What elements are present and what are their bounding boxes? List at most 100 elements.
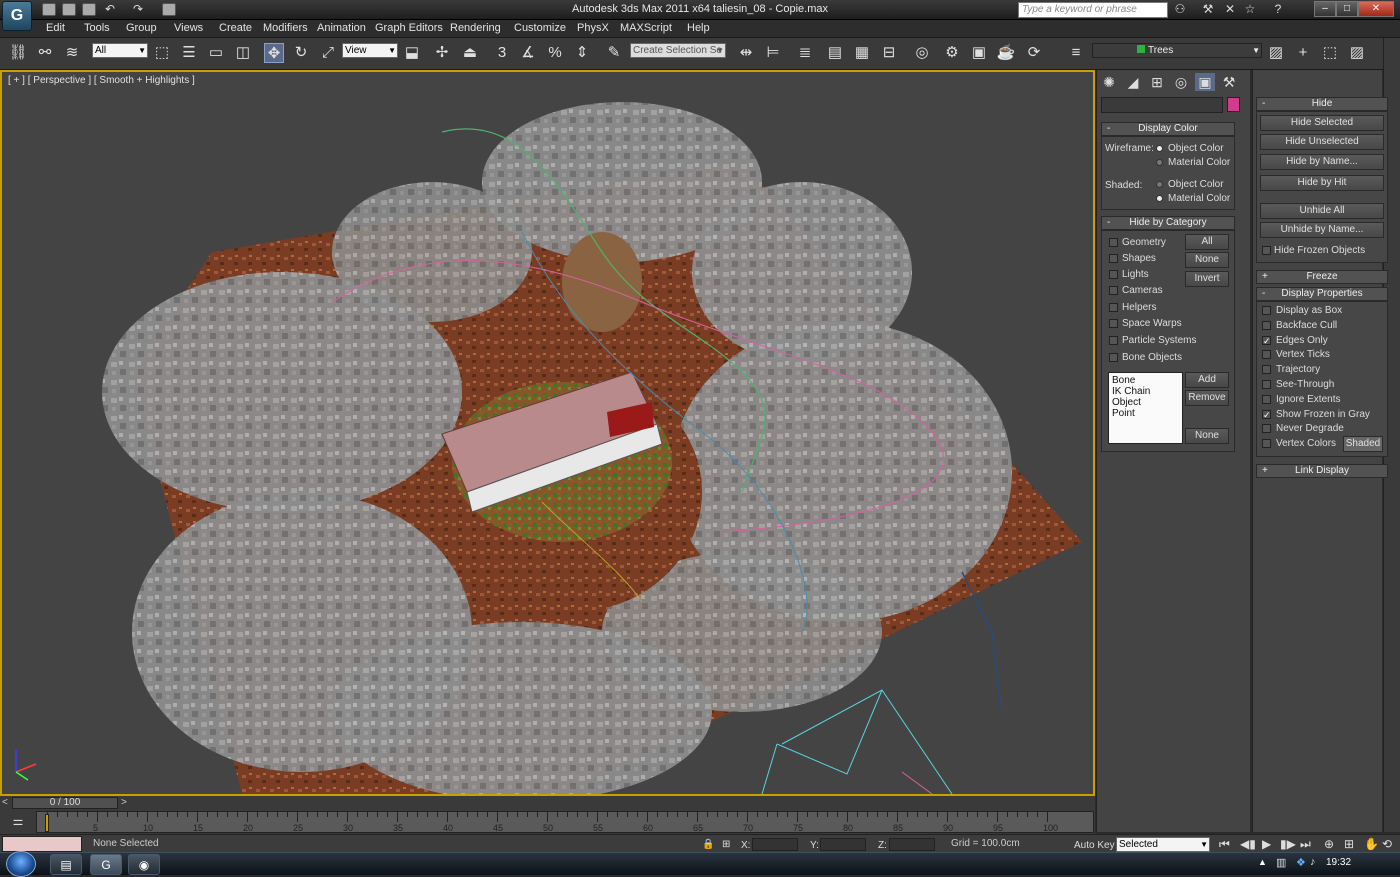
favorites-star-icon[interactable]: ☆	[1242, 2, 1258, 17]
close-button[interactable]: ✕	[1358, 1, 1394, 17]
menu-modifiers[interactable]: Modifiers	[263, 22, 308, 34]
keyboard-shortcut-icon[interactable]: ⏏	[460, 43, 480, 63]
scale-icon[interactable]: ⤢	[318, 43, 338, 63]
go-to-end-icon[interactable]: ⏭	[1300, 837, 1311, 852]
display-color-rollout[interactable]: - Display Color	[1101, 122, 1235, 136]
menu-edit[interactable]: Edit	[46, 22, 65, 34]
graphite-tools-icon[interactable]: ▤	[825, 43, 845, 63]
material-editor-icon[interactable]: ◎	[912, 43, 932, 63]
pan-icon[interactable]: ✋	[1364, 837, 1379, 851]
hide-by-name-button[interactable]: Hide by Name...	[1260, 154, 1384, 170]
bone-objects-checkbox[interactable]	[1109, 353, 1118, 362]
undo-icon[interactable]: ↶	[102, 2, 118, 17]
hide-by-category-rollout[interactable]: - Hide by Category	[1101, 216, 1235, 230]
utilities-tab-icon[interactable]: ⚒	[1219, 73, 1239, 91]
hide-by-hit-button[interactable]: Hide by Hit	[1260, 175, 1384, 191]
explorer-icon[interactable]: ▤	[50, 854, 82, 875]
select-object-icon[interactable]: ⬚	[152, 43, 172, 63]
rotate-icon[interactable]: ↻	[291, 43, 311, 63]
create-tab-icon[interactable]: ✺	[1099, 73, 1119, 91]
subscription-icon[interactable]: ⚒	[1200, 2, 1216, 17]
absolute-mode-icon[interactable]: ⊞	[722, 839, 730, 850]
angle-snap-icon[interactable]: ∡	[518, 43, 538, 63]
snap-toggle-icon[interactable]: 3	[492, 43, 512, 63]
display-tab-icon[interactable]: ▣	[1195, 73, 1215, 91]
display-prop-checkbox[interactable]	[1262, 365, 1271, 375]
save-icon[interactable]	[82, 3, 96, 16]
maxscript-listener[interactable]	[2, 836, 82, 852]
selection-filter-dropdown[interactable]: All ▼	[92, 43, 148, 58]
communication-center-icon[interactable]: ✕	[1222, 2, 1238, 17]
edit-named-selection-icon[interactable]: ✎	[604, 43, 624, 63]
hierarchy-tab-icon[interactable]: ⊞	[1147, 73, 1167, 91]
unhide-by-name-button[interactable]: Unhide by Name...	[1260, 222, 1384, 238]
list-item[interactable]: Point	[1112, 408, 1179, 419]
menu-tools[interactable]: Tools	[84, 22, 110, 34]
app-logo-icon[interactable]: G	[2, 1, 32, 31]
unlink-icon[interactable]: ⚯	[35, 43, 55, 63]
display-prop-checkbox[interactable]	[1262, 350, 1271, 360]
display-prop-checkbox[interactable]	[1262, 439, 1271, 449]
set-current-layer-icon[interactable]: ▨	[1347, 43, 1367, 63]
lights-checkbox[interactable]	[1109, 270, 1118, 279]
named-selection-dropdown[interactable]: Create Selection Se ▼	[630, 43, 726, 58]
3dsmax-task-icon[interactable]: G	[90, 854, 122, 875]
zoom-extents-icon[interactable]: ⊞	[1344, 837, 1354, 851]
category-list-none-button[interactable]: None	[1185, 428, 1229, 444]
move-icon[interactable]: ✥	[264, 43, 284, 63]
chrome-icon[interactable]: ◉	[128, 854, 160, 875]
mirror-icon[interactable]: ⇹	[736, 43, 756, 63]
category-invert-button[interactable]: Invert	[1185, 271, 1229, 287]
orbit-icon[interactable]: ⟲	[1382, 837, 1392, 851]
menu-create[interactable]: Create	[219, 22, 252, 34]
wire-object-color-radio[interactable]	[1156, 145, 1163, 152]
start-button[interactable]	[6, 851, 36, 877]
object-color-swatch[interactable]	[1227, 97, 1240, 112]
geometry-checkbox[interactable]	[1109, 238, 1118, 247]
render-activeshade-icon[interactable]: ⟳	[1024, 43, 1044, 63]
menu-physx[interactable]: PhysX	[577, 22, 609, 34]
vertex-colors-shaded-button[interactable]: Shaded	[1343, 436, 1383, 452]
display-prop-checkbox[interactable]	[1262, 394, 1271, 404]
new-file-icon[interactable]	[42, 3, 56, 16]
mini-curve-editor-icon[interactable]: ⚌	[9, 814, 27, 828]
hide-rollout[interactable]: - Hide	[1256, 97, 1388, 111]
percent-snap-icon[interactable]: %	[545, 43, 565, 63]
binoculars-icon[interactable]: ⚇	[1172, 2, 1188, 17]
rendered-frame-icon[interactable]: ▣	[969, 43, 989, 63]
display-prop-checkbox[interactable]	[1262, 320, 1271, 330]
ref-coord-dropdown[interactable]: View ▼	[342, 43, 398, 58]
shaded-material-color-radio[interactable]	[1156, 195, 1163, 202]
menu-graph-editors[interactable]: Graph Editors	[375, 22, 443, 34]
x-coord-field[interactable]	[752, 838, 798, 851]
display-prop-checkbox[interactable]	[1262, 380, 1271, 389]
list-item[interactable]: IK Chain Object	[1112, 386, 1179, 408]
hide-frozen-checkbox[interactable]	[1262, 246, 1271, 255]
y-coord-field[interactable]	[820, 838, 866, 851]
next-frame-icon[interactable]: ▮▶	[1280, 837, 1296, 851]
pivot-center-icon[interactable]: ⬓	[402, 43, 422, 63]
cameras-checkbox[interactable]	[1109, 286, 1118, 295]
link-icon[interactable]: ⛓	[8, 43, 28, 63]
previous-frame-icon[interactable]: ◀▮	[1240, 837, 1256, 851]
category-all-button[interactable]: All	[1185, 234, 1229, 250]
align-icon[interactable]: ⊨	[763, 43, 783, 63]
add-to-layer-icon[interactable]: +	[1293, 43, 1313, 63]
space-warps-checkbox[interactable]	[1109, 319, 1118, 328]
zoom-icon[interactable]: ⊕	[1324, 837, 1334, 851]
freeze-rollout[interactable]: + Freeze	[1256, 270, 1388, 284]
viewport-label[interactable]: [ + ] [ Perspective ] [ Smooth + Highlig…	[8, 75, 195, 86]
network-icon[interactable]: ▥	[1276, 856, 1286, 869]
bind-spacewarp-icon[interactable]: ≋	[62, 43, 82, 63]
unhide-all-button[interactable]: Unhide All	[1260, 203, 1384, 219]
schematic-view-icon[interactable]: ⊟	[879, 43, 899, 63]
redo-icon[interactable]: ↷	[130, 2, 146, 17]
manipulate-icon[interactable]: ✢	[432, 43, 452, 63]
layer-manager-icon[interactable]: ≣	[795, 43, 815, 63]
lock-selection-icon[interactable]: 🔒	[702, 839, 714, 850]
time-prev-icon[interactable]: <	[2, 797, 8, 808]
menu-help[interactable]: Help	[687, 22, 710, 34]
modify-tab-icon[interactable]: ◢	[1123, 73, 1143, 91]
play-icon[interactable]: ▶	[1262, 837, 1271, 851]
wire-material-color-radio[interactable]	[1156, 159, 1163, 166]
